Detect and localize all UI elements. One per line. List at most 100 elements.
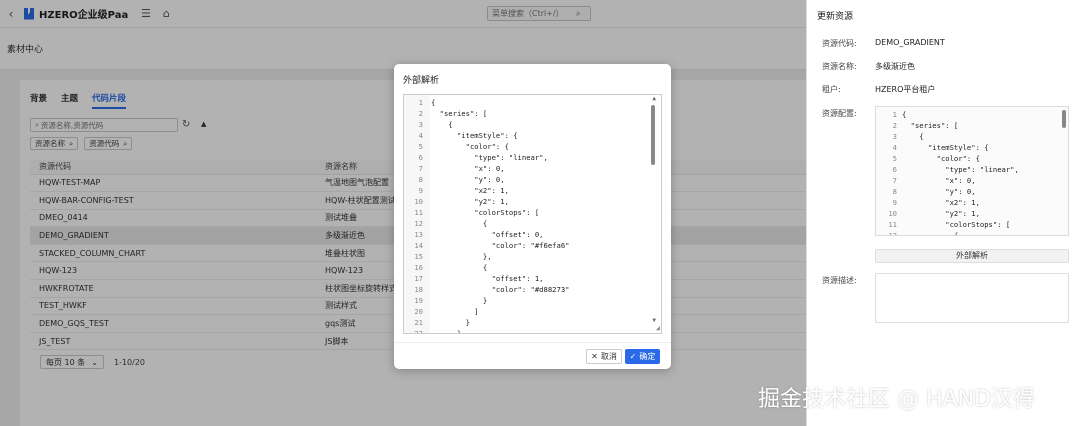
code-text: "y2": 1, — [902, 209, 980, 218]
line-number: 15 — [414, 252, 423, 261]
code-text: "color": "#d88273" — [431, 285, 570, 294]
code-line: 9 "x2": 1, — [876, 197, 1019, 208]
code-line: 18 "color": "#d88273" — [404, 284, 569, 295]
field-value-code: DEMO_GRADIENT — [875, 38, 945, 47]
code-line: 1{ — [404, 97, 569, 108]
line-number: 5 — [892, 154, 897, 163]
code-line: 13 "offset": 0, — [404, 229, 569, 240]
code-text: "x": 0, — [902, 176, 976, 185]
code-line: 14 "color": "#f6efa6" — [404, 240, 569, 251]
update-resource-panel: 更新资源 资源代码: DEMO_GRADIENT 资源名称: 多级渐近色 租户:… — [806, 0, 1080, 426]
close-icon: ✕ — [591, 352, 598, 361]
modal-footer: ✕ 取消 ✓ 确定 — [394, 342, 671, 369]
editor-scrollbar[interactable] — [1062, 110, 1066, 128]
field-label-name: 资源名称: — [822, 62, 857, 71]
resize-grip-icon[interactable]: ◢ — [656, 324, 660, 332]
line-number: 16 — [414, 263, 423, 272]
line-number: 11 — [888, 220, 897, 229]
scroll-up-icon[interactable]: ▲ — [652, 95, 656, 102]
line-number: 3 — [418, 120, 423, 129]
code-line: 5 "color": { — [404, 141, 569, 152]
code-line: 3 { — [404, 119, 569, 130]
line-number: 14 — [414, 241, 423, 250]
line-number: 2 — [418, 109, 423, 118]
code-line: 16 { — [404, 262, 569, 273]
code-text: "itemStyle": { — [431, 131, 518, 140]
code-line: 9 "x2": 1, — [404, 185, 569, 196]
line-number: 2 — [892, 121, 897, 130]
confirm-label: 确定 — [639, 352, 656, 361]
line-number: 4 — [892, 143, 897, 152]
code-text: "offset": 0, — [431, 230, 544, 239]
code-editor[interactable]: 1{2 "series": [3 {4 "itemStyle": {5 "col… — [403, 94, 662, 334]
external-parse-button[interactable]: 外部解析 — [875, 249, 1069, 263]
code-line: 10 "y2": 1, — [404, 196, 569, 207]
code-text: "x2": 1, — [902, 198, 980, 207]
code-line: 11 "colorStops": [ — [404, 207, 569, 218]
code-line: 17 "offset": 1, — [404, 273, 569, 284]
field-value-tenant: HZERO平台租户 — [875, 85, 936, 94]
code-line: 19 } — [404, 295, 569, 306]
code-text: }, — [431, 329, 466, 334]
line-number: 7 — [892, 176, 897, 185]
line-number: 13 — [414, 230, 423, 239]
line-number: 6 — [892, 165, 897, 174]
code-line: 10 "y2": 1, — [876, 208, 1019, 219]
field-label-desc: 资源描述: — [822, 276, 857, 285]
cancel-button[interactable]: ✕ 取消 — [586, 349, 622, 364]
line-number: 5 — [418, 142, 423, 151]
config-editor[interactable]: 1{2 "series": [3 {4 "itemStyle": {5 "col… — [875, 106, 1069, 236]
code-line: 2 "series": [ — [876, 120, 1019, 131]
line-number: 9 — [418, 186, 423, 195]
code-text: "type": "linear", — [902, 165, 1019, 174]
field-label-config: 资源配置: — [822, 109, 857, 118]
code-line: 15 }, — [404, 251, 569, 262]
line-number: 22 — [414, 329, 423, 334]
code-line: 7 "x": 0, — [404, 163, 569, 174]
line-number: 12 — [414, 219, 423, 228]
code-line: 6 "type": "linear", — [876, 164, 1019, 175]
code-line: 21 } — [404, 317, 569, 328]
line-number: 10 — [888, 209, 897, 218]
code-line: 22 }, — [404, 328, 569, 334]
code-text: "y": 0, — [902, 187, 976, 196]
code-text: "x2": 1, — [431, 186, 509, 195]
line-number: 8 — [418, 175, 423, 184]
description-textarea[interactable] — [875, 273, 1069, 323]
code-line: 3 { — [876, 131, 1019, 142]
line-number: 1 — [892, 110, 897, 119]
code-text: "itemStyle": { — [902, 143, 989, 152]
code-line: 11 "colorStops": [ — [876, 219, 1019, 230]
code-text: "colorStops": [ — [902, 220, 1011, 229]
cancel-label: 取消 — [600, 352, 617, 361]
line-number: 21 — [414, 318, 423, 327]
code-line: 5 "color": { — [876, 153, 1019, 164]
modal-title: 外部解析 — [403, 76, 440, 86]
line-number: 4 — [418, 131, 423, 140]
line-number: 19 — [414, 296, 423, 305]
field-label-code: 资源代码: — [822, 39, 857, 48]
code-line: 12 { — [876, 230, 1019, 236]
line-number: 1 — [418, 98, 423, 107]
code-line: 1{ — [876, 109, 1019, 120]
line-number: 3 — [892, 132, 897, 141]
code-text: { — [431, 263, 488, 272]
line-number: 8 — [892, 187, 897, 196]
code-line: 8 "y": 0, — [876, 186, 1019, 197]
scroll-down-icon[interactable]: ▼ — [652, 317, 656, 324]
code-line: 7 "x": 0, — [876, 175, 1019, 186]
code-text: "y": 0, — [431, 175, 505, 184]
editor-scrollbar[interactable] — [651, 105, 655, 165]
field-label-tenant: 租户: — [822, 85, 841, 94]
code-text: } — [431, 296, 488, 305]
line-number: 20 — [414, 307, 423, 316]
line-number: 10 — [414, 197, 423, 206]
line-number: 18 — [414, 285, 423, 294]
panel-title: 更新资源 — [817, 12, 854, 22]
code-text: "color": { — [431, 142, 509, 151]
line-number: 12 — [888, 231, 897, 236]
code-text: "type": "linear", — [431, 153, 548, 162]
confirm-button[interactable]: ✓ 确定 — [625, 349, 660, 364]
code-text: { — [902, 110, 907, 119]
code-text: "color": { — [902, 154, 980, 163]
